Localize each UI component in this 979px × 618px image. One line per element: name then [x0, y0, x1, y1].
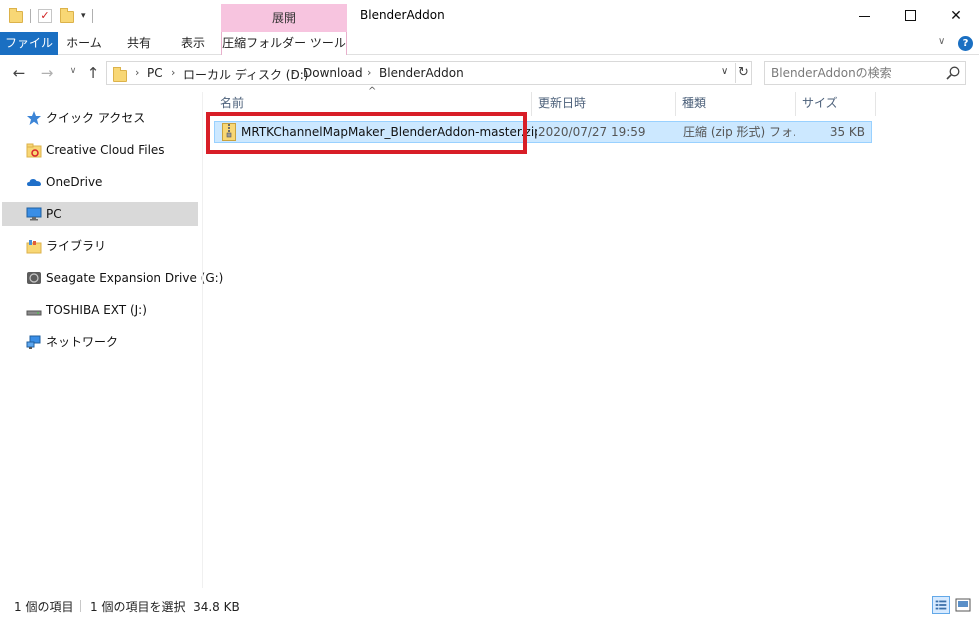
breadcrumb-separator[interactable]: › — [171, 66, 175, 79]
nav-item-network[interactable]: ネットワーク — [2, 330, 198, 354]
quick-access-toolbar: ✓ ▾ — [8, 6, 99, 26]
annotation-highlight-box — [206, 112, 527, 154]
nav-item-pc[interactable]: PC — [2, 202, 198, 226]
pc-monitor-icon — [26, 207, 42, 221]
status-bar: 1 個の項目 1 個の項目を選択 34.8 KB — [0, 592, 979, 618]
status-divider — [80, 600, 81, 612]
tab-view[interactable]: 表示 — [168, 32, 218, 55]
breadcrumb-download[interactable]: Download — [303, 66, 363, 80]
up-arrow-icon[interactable]: ↑ — [84, 64, 102, 82]
maximize-icon — [904, 9, 916, 21]
folder-icon — [113, 67, 129, 82]
recent-locations-chevron-icon[interactable]: ∨ — [64, 66, 82, 76]
minimize-button[interactable] — [841, 0, 887, 32]
breadcrumb-separator[interactable]: › — [291, 66, 295, 79]
properties-icon[interactable]: ✓ — [37, 8, 53, 24]
seagate-drive-icon — [27, 272, 41, 284]
breadcrumb-local-disk[interactable]: ローカル ディスク (D:) — [183, 66, 308, 83]
close-icon: ✕ — [950, 8, 962, 24]
column-header-modified[interactable]: 更新日時 — [532, 92, 676, 116]
close-button[interactable]: ✕ — [933, 0, 979, 32]
nav-item-label: OneDrive — [46, 175, 103, 189]
large-icons-view-icon[interactable] — [954, 596, 972, 614]
forward-arrow-icon[interactable]: → — [38, 64, 56, 82]
network-icon — [26, 335, 41, 349]
onedrive-cloud-icon — [27, 179, 41, 186]
details-view-icon[interactable] — [932, 596, 950, 614]
address-history-chevron-icon[interactable]: ∨ — [721, 66, 728, 77]
tab-file[interactable]: ファイル — [0, 32, 58, 55]
search-icon[interactable] — [945, 65, 961, 81]
nav-item-seagate-drive[interactable]: Seagate Expansion Drive (G:) — [2, 266, 223, 290]
nav-item-toshiba-ext[interactable]: TOSHIBA EXT (J:) — [2, 298, 198, 322]
tab-compressed-folder-tools[interactable]: 圧縮フォルダー ツール — [221, 32, 347, 55]
help-icon[interactable]: ? — [958, 36, 973, 51]
minimize-icon — [858, 15, 870, 17]
nav-item-label: ネットワーク — [46, 335, 119, 349]
refresh-icon[interactable]: ↻ — [735, 63, 751, 83]
new-folder-icon[interactable] — [59, 8, 75, 24]
pane-splitter[interactable] — [202, 92, 203, 588]
status-item-count: 1 個の項目 — [14, 600, 74, 614]
nav-item-label: Seagate Expansion Drive (G:) — [46, 271, 224, 285]
expand-ribbon-chevron-icon[interactable]: ∨ — [938, 36, 945, 47]
address-bar[interactable]: › PC › ローカル ディスク (D:) › Download › Blend… — [106, 61, 752, 85]
external-drive-icon — [26, 310, 42, 316]
context-tab-group-label: 展開 — [271, 11, 296, 25]
address-row: ← → ∨ ↑ › PC › ローカル ディスク (D:) › Download… — [0, 55, 979, 92]
back-arrow-icon[interactable]: ← — [10, 64, 28, 82]
title-bar: ✓ ▾ 展開 BlenderAddon ✕ — [0, 0, 979, 32]
nav-item-label: Creative Cloud Files — [46, 143, 165, 157]
nav-item-label: クイック アクセス — [46, 111, 146, 125]
file-type: 圧縮 (zip 形式) フォ... — [683, 125, 795, 139]
toolbar-divider — [91, 9, 93, 23]
search-input[interactable] — [771, 65, 941, 81]
folder-icon[interactable] — [8, 8, 24, 24]
context-tab-group-header: 展開 — [221, 4, 347, 32]
creative-cloud-folder-icon — [26, 143, 42, 158]
column-header-size[interactable]: サイズ — [796, 92, 876, 116]
nav-item-label: ライブラリ — [46, 239, 107, 253]
status-selection: 1 個の項目を選択 34.8 KB — [90, 600, 240, 614]
toolbar-divider — [30, 9, 31, 23]
search-box[interactable] — [764, 61, 966, 85]
tab-share[interactable]: 共有 — [110, 32, 168, 55]
nav-item-library[interactable]: ライブラリ — [2, 234, 198, 258]
nav-item-quick-access[interactable]: クイック アクセス — [2, 106, 198, 130]
breadcrumb-blenderaddon[interactable]: BlenderAddon — [379, 66, 464, 80]
navigation-pane: クイック アクセス Creative Cloud Files OneDrive … — [0, 92, 223, 592]
breadcrumb-separator[interactable]: › — [135, 66, 139, 79]
nav-item-onedrive[interactable]: OneDrive — [2, 170, 198, 194]
nav-item-label: PC — [46, 207, 62, 221]
file-size: 35 KB — [829, 125, 865, 139]
column-header-type[interactable]: 種類 — [676, 92, 796, 116]
file-modified-date: 2020/07/27 19:59 — [538, 125, 646, 139]
breadcrumb-pc[interactable]: PC — [147, 66, 163, 80]
maximize-button[interactable] — [887, 0, 933, 32]
tab-home[interactable]: ホーム — [58, 32, 110, 55]
window-title: BlenderAddon — [360, 8, 445, 22]
ribbon-tab-bar: ファイル ホーム 共有 表示 圧縮フォルダー ツール ∨ ? — [0, 32, 979, 55]
nav-item-creative-cloud-files[interactable]: Creative Cloud Files — [2, 138, 198, 162]
nav-item-label: TOSHIBA EXT (J:) — [46, 303, 147, 317]
breadcrumb-separator[interactable]: › — [367, 66, 371, 79]
star-icon — [27, 111, 41, 125]
library-icon — [26, 240, 42, 254]
customize-toolbar-chevron-icon[interactable]: ▾ — [81, 11, 86, 21]
